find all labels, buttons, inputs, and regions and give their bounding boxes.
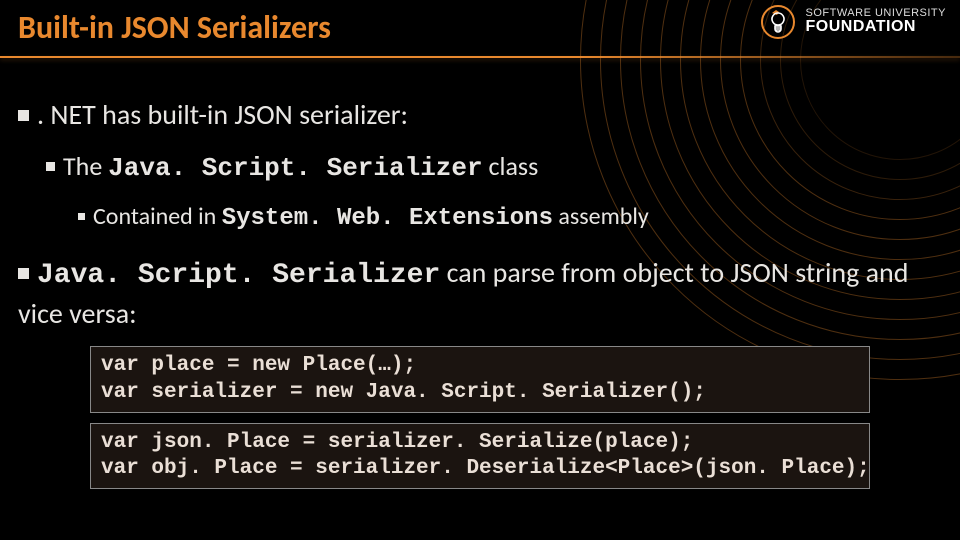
- slide-content: . NET has built-in JSON serializer: The …: [18, 96, 942, 499]
- slide-title: Built-in JSON Serializers: [18, 8, 331, 47]
- inline-code: System. Web. Extensions: [222, 205, 553, 232]
- code-block-2: var json. Place = serializer. Serialize(…: [90, 423, 870, 490]
- code-block-1: var place = new Place(…); var serializer…: [90, 346, 870, 413]
- bullet-level-0: Java. Script. Serializer can parse from …: [18, 254, 942, 333]
- logo-text-bottom: FOUNDATION: [806, 19, 947, 36]
- title-underline: [0, 56, 960, 58]
- bullet-level-1: The Java. Script. Serializer class: [46, 148, 942, 186]
- bullet-text: . NET has built-in JSON serializer:: [37, 97, 408, 132]
- bullet-pre: Contained in: [93, 202, 222, 231]
- brand-logo: SOFTWARE UNIVERSITY FOUNDATION: [760, 4, 947, 40]
- bullet-square-icon: [46, 162, 55, 171]
- inline-code: Java. Script. Serializer: [37, 260, 440, 291]
- bullet-post: assembly: [553, 202, 649, 231]
- bullet-square-icon: [18, 110, 29, 121]
- bullet-level-2: Contained in System. Web. Extensions ass…: [78, 200, 942, 236]
- bullet-pre: The: [63, 150, 108, 182]
- bullet-level-0: . NET has built-in JSON serializer:: [18, 96, 942, 134]
- inline-code: Java. Script. Serializer: [108, 153, 482, 183]
- bullet-square-icon: [78, 213, 85, 220]
- bullet-square-icon: [18, 268, 29, 279]
- bullet-post: class: [483, 150, 539, 182]
- lightbulb-icon: [760, 4, 796, 40]
